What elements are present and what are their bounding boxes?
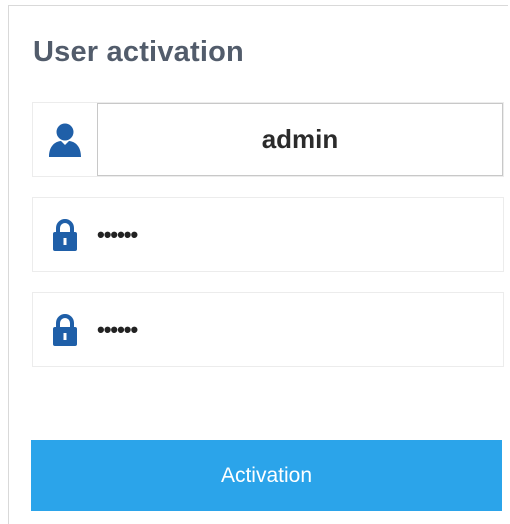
activation-button[interactable]: Activation	[31, 440, 502, 511]
activation-panel: User activation admin •••••• •••••• Acti…	[8, 5, 508, 524]
username-field: admin	[32, 102, 504, 177]
username-input[interactable]: admin	[97, 103, 503, 176]
password-input[interactable]: ••••••	[97, 223, 138, 246]
lock-icon	[43, 213, 87, 257]
confirm-password-field[interactable]: ••••••	[32, 292, 504, 367]
page-title: User activation	[33, 36, 244, 68]
confirm-password-input[interactable]: ••••••	[97, 318, 138, 341]
lock-icon	[43, 308, 87, 352]
password-field[interactable]: ••••••	[32, 197, 504, 272]
user-icon	[43, 118, 87, 162]
